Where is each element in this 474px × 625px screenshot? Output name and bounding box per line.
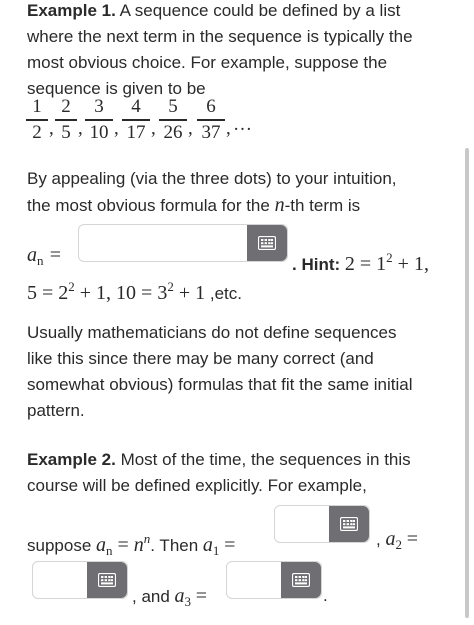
closing-line-4: pattern. <box>27 401 85 420</box>
a2-label: , a2 = <box>376 528 418 552</box>
keyboard-grid-icon <box>98 573 116 587</box>
example1-intro-line-2: where the next term in the sequence is t… <box>27 27 413 46</box>
sequence-fraction: 6 37 <box>196 96 226 144</box>
example1-appeal-line-1: By appealing (via the three dots) to you… <box>27 169 397 188</box>
example1-intro-line-1: Example 1. A sequence could be defined b… <box>27 1 401 20</box>
keyboard-grid-icon <box>340 517 358 531</box>
keyboard-button[interactable] <box>87 562 127 598</box>
keyboard-button[interactable] <box>247 225 287 261</box>
an-answer-field[interactable] <box>78 224 288 262</box>
example2-heading: Example 2. <box>27 450 116 469</box>
keyboard-grid-icon <box>258 236 276 250</box>
a3-label: , and a3 = <box>132 585 208 609</box>
sequence-ellipsis: … <box>233 114 252 135</box>
example2-line-2: course will be defined explicitly. For e… <box>27 476 367 495</box>
a1-answer-field[interactable] <box>274 505 370 543</box>
sequence-fraction: 4 17 <box>121 96 151 144</box>
example1-appeal-line-2: the most obvious formula for the n-th te… <box>27 194 361 216</box>
example1-heading: Example 1. <box>27 1 116 20</box>
closing-line-3: somewhat obvious) formulas that fit the … <box>27 375 413 394</box>
sequence-fraction: 5 26 <box>158 96 188 144</box>
a3-answer-field[interactable] <box>226 561 322 599</box>
a2-answer-field[interactable] <box>32 561 128 599</box>
example2-definition: suppose an = nn. Then a1 = <box>27 531 236 558</box>
hint-line-2: 5 = 22 + 1, 10 = 32 + 1 ,etc. <box>27 279 242 304</box>
closing-line-1: Usually mathematicians do not define seq… <box>27 323 397 342</box>
keyboard-button[interactable] <box>281 562 321 598</box>
final-period: . <box>323 586 328 605</box>
hint-line-1: . Hint: 2 = 12 + 1, <box>292 250 429 275</box>
sequence-fraction: 3 10 <box>84 96 114 144</box>
example2-line-1: Example 2. Most of the time, the sequenc… <box>27 450 411 469</box>
example1-intro-line-3: most obvious choice. For example, suppos… <box>27 53 388 72</box>
keyboard-grid-icon <box>292 573 310 587</box>
closing-line-2: like this since there may be many correc… <box>27 349 374 368</box>
sequence-fraction: 25 <box>54 96 78 144</box>
scrollbar[interactable] <box>465 148 469 618</box>
sequence-fraction: 12 <box>25 96 49 144</box>
an-label: an = <box>27 244 62 268</box>
keyboard-button[interactable] <box>329 506 369 542</box>
